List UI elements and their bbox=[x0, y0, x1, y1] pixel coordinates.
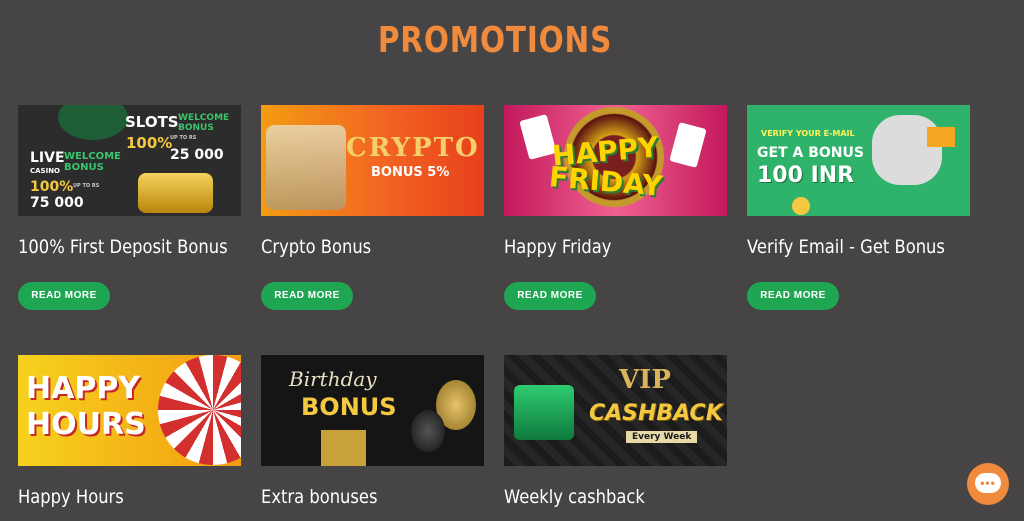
promo-banner-crypto[interactable]: CRYPTO BONUS 5% bbox=[261, 105, 484, 216]
coin-stack-image bbox=[266, 125, 346, 210]
promo-title: Happy Hours bbox=[18, 486, 124, 508]
read-more-button[interactable]: READ MORE bbox=[504, 282, 596, 310]
chat-button[interactable]: ••• bbox=[967, 463, 1009, 505]
promo-card-happy-friday: HAPPY FRIDAY Happy Friday READ MORE bbox=[504, 105, 727, 310]
elephant-image bbox=[872, 115, 942, 185]
banner-bonus: BONUS bbox=[301, 393, 397, 421]
banner-amount-2: 75 000 bbox=[30, 195, 84, 211]
banner-live: LIVE bbox=[30, 150, 65, 166]
banner-vip: VIP bbox=[619, 365, 671, 395]
promo-banner-weekly-cashback[interactable]: VIP CASHBACK Every Week bbox=[504, 355, 727, 466]
banner-pct-2: 100% bbox=[30, 179, 74, 195]
promo-title: Crypto Bonus bbox=[261, 236, 372, 258]
promo-banner-happy-friday[interactable]: HAPPY FRIDAY bbox=[504, 105, 727, 216]
read-more-button[interactable]: READ MORE bbox=[18, 282, 110, 310]
banner-hours: HOURS bbox=[26, 407, 146, 442]
banner-amount-1: 25 000 bbox=[170, 147, 224, 163]
chat-dots: ••• bbox=[980, 476, 996, 490]
gift-box-image bbox=[321, 430, 366, 466]
promo-banner-happy-hours[interactable]: HAPPY HOURS bbox=[18, 355, 241, 466]
promo-banner-verify-email[interactable]: VERIFY YOUR E-MAIL GET A BONUS 100 INR bbox=[747, 105, 970, 216]
read-more-button[interactable]: READ MORE bbox=[261, 282, 353, 310]
promo-title: Happy Friday bbox=[504, 236, 612, 258]
promo-card-crypto: CRYPTO BONUS 5% Crypto Bonus READ MORE bbox=[261, 105, 484, 310]
banner-every-week: Every Week bbox=[626, 431, 698, 443]
fortune-wheel-image bbox=[158, 355, 241, 465]
promo-banner-extra-bonuses[interactable]: Birthday BONUS bbox=[261, 355, 484, 466]
gold-slot-drum-image bbox=[138, 173, 213, 213]
banner-verify-line1: VERIFY YOUR E-MAIL bbox=[761, 129, 855, 138]
banner-verify-line2: GET A BONUS bbox=[757, 145, 864, 161]
banner-up-to-2: UP TO RS bbox=[73, 183, 100, 189]
playing-cards-image bbox=[669, 122, 707, 168]
banner-crypto-sub: BONUS 5% bbox=[371, 165, 450, 180]
page-title: PROMOTIONS bbox=[377, 20, 613, 61]
promo-card-happy-hours: HAPPY HOURS Happy Hours bbox=[18, 355, 241, 508]
banner-casino: CASINO bbox=[30, 167, 61, 175]
mandala-decoration bbox=[58, 105, 128, 140]
promo-card-verify-email: VERIFY YOUR E-MAIL GET A BONUS 100 INR V… bbox=[747, 105, 970, 310]
banner-pct-1: 100% bbox=[126, 134, 173, 152]
promo-card-extra-bonuses: Birthday BONUS Extra bonuses bbox=[261, 355, 484, 508]
banner-birthday: Birthday bbox=[289, 367, 377, 391]
promo-banner-first-deposit[interactable]: SLOTS WELCOME BONUS 100% UP TO RS 25 000… bbox=[18, 105, 241, 216]
coin-icon bbox=[792, 197, 810, 215]
banner-happy: HAPPY bbox=[26, 371, 141, 406]
balloons-image bbox=[411, 410, 445, 452]
banner-welcome-bonus-1: WELCOME BONUS bbox=[178, 113, 230, 133]
envelope-icon bbox=[927, 127, 955, 147]
banner-cashback: CASHBACK bbox=[589, 401, 723, 426]
promo-card-first-deposit: SLOTS WELCOME BONUS 100% UP TO RS 25 000… bbox=[18, 105, 241, 310]
promo-title: 100% First Deposit Bonus bbox=[18, 236, 228, 258]
chat-icon: ••• bbox=[975, 473, 1001, 493]
banner-welcome-bonus-2: WELCOME BONUS bbox=[64, 151, 121, 173]
banner-crypto-headline: CRYPTO bbox=[346, 133, 480, 163]
promo-title: Verify Email - Get Bonus bbox=[747, 236, 945, 258]
banner-up-to-1: UP TO RS bbox=[170, 135, 197, 141]
read-more-button[interactable]: READ MORE bbox=[747, 282, 839, 310]
banner-verify-line3: 100 INR bbox=[757, 163, 855, 188]
banner-slots: SLOTS bbox=[125, 113, 179, 131]
promo-card-weekly-cashback: VIP CASHBACK Every Week Weekly cashback bbox=[504, 355, 727, 508]
promo-title: Weekly cashback bbox=[504, 486, 645, 508]
promo-title: Extra bonuses bbox=[261, 486, 378, 508]
wallet-image bbox=[514, 385, 574, 440]
